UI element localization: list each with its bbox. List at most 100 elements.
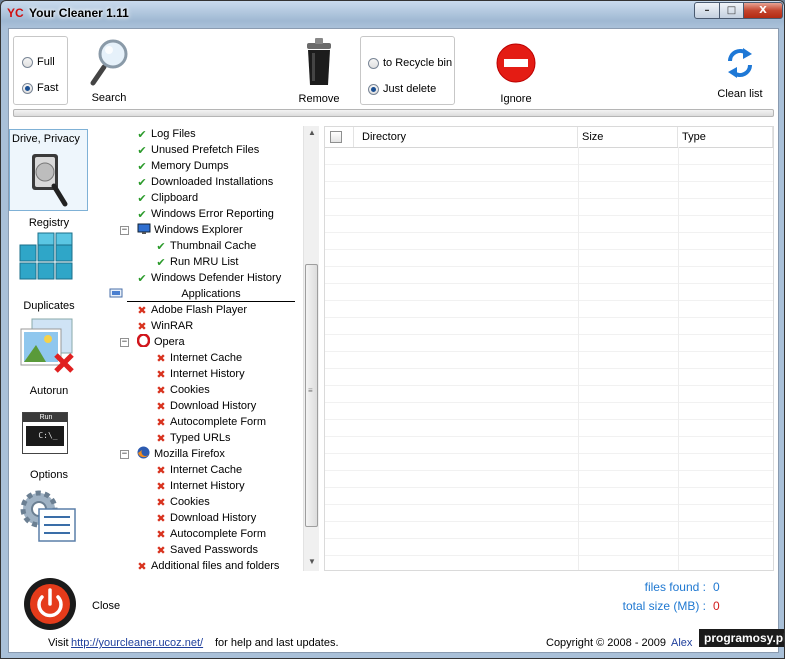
just-delete-radio-circle	[368, 83, 379, 95]
cross-icon[interactable]: ✖	[155, 368, 167, 381]
maximize-button[interactable]: □	[719, 2, 744, 19]
tree-item[interactable]: Mozilla Firefox	[136, 446, 225, 462]
checkmark-icon[interactable]: ✔	[136, 128, 148, 141]
minimize-button[interactable]: –	[694, 2, 720, 19]
cross-icon[interactable]: ✖	[155, 432, 167, 445]
tree-item[interactable]: ✔ Thumbnail Cache	[155, 238, 256, 254]
checkmark-icon[interactable]: ✔	[136, 272, 148, 285]
tree-item[interactable]: ✖ Download History	[155, 510, 256, 526]
checkmark-icon[interactable]: ✔	[155, 240, 167, 253]
table-gridline	[325, 470, 773, 471]
column-header-size[interactable]: Size	[578, 127, 678, 147]
opera-icon[interactable]	[136, 333, 151, 350]
checkmark-icon[interactable]: ✔	[136, 160, 148, 173]
results-table[interactable]: Directory Size Type	[324, 126, 774, 571]
cross-icon[interactable]: ✖	[136, 304, 148, 317]
tree-item-label: Cookies	[170, 496, 210, 508]
tree-item[interactable]: Opera	[136, 333, 185, 350]
tree-item[interactable]: ✖ Additional files and folders	[136, 558, 279, 572]
tree-collapse-toggle[interactable]: −	[120, 450, 129, 459]
close-icon: X	[759, 5, 767, 16]
nav-options[interactable]: Options	[9, 465, 89, 551]
selected-dot	[25, 85, 30, 91]
tree-item[interactable]: ✖ Internet Cache	[155, 350, 242, 366]
tree-item[interactable]: ✖ Typed URLs	[155, 430, 230, 446]
ignore-button[interactable]: Ignore	[493, 35, 539, 107]
tree-item[interactable]: ✔ Windows Defender History	[136, 270, 281, 286]
cross-icon[interactable]: ✖	[155, 528, 167, 541]
recycle-bin-radio[interactable]: to Recycle bin	[368, 57, 452, 69]
firefox-icon[interactable]	[136, 446, 151, 462]
close-app-button[interactable]: Close	[19, 575, 139, 631]
tree-item[interactable]: ✖ Adobe Flash Player	[136, 302, 247, 318]
tree-item[interactable]: ✔ Windows Error Reporting	[136, 206, 273, 222]
close-window-button[interactable]: X	[743, 2, 783, 19]
just-delete-radio[interactable]: Just delete	[368, 83, 436, 95]
title-bar[interactable]: YC Your Cleaner 1.11 – □ X	[1, 1, 784, 25]
clean-list-button[interactable]: Clean list	[712, 35, 768, 107]
checkmark-icon[interactable]: ✔	[136, 192, 148, 205]
cross-icon[interactable]: ✖	[155, 352, 167, 365]
remove-button[interactable]: Remove	[293, 35, 345, 107]
cross-icon[interactable]: ✖	[136, 560, 148, 572]
tree-item[interactable]: ✖ Internet History	[155, 366, 244, 382]
footer-help: for help and last updates.	[215, 637, 339, 649]
tree-section-header: Applications	[109, 286, 295, 302]
checkmark-icon[interactable]: ✔	[136, 176, 148, 189]
search-label: Search	[91, 92, 127, 104]
cross-icon[interactable]: ✖	[155, 496, 167, 509]
cross-icon[interactable]: ✖	[155, 384, 167, 397]
tree-item[interactable]: Windows Explorer	[136, 222, 243, 238]
tree-item[interactable]: ✖ Download History	[155, 398, 256, 414]
tree-item[interactable]: ✖ Cookies	[155, 382, 209, 398]
cross-icon[interactable]: ✖	[155, 480, 167, 493]
tree-item[interactable]: ✔ Downloaded Installations	[136, 174, 273, 190]
tree-item-label: Opera	[154, 336, 185, 348]
tree-item[interactable]: ✖ Autocomplete Form	[155, 526, 266, 542]
checkmark-icon[interactable]: ✔	[155, 256, 167, 269]
checkmark-icon[interactable]: ✔	[136, 144, 148, 157]
tree-item[interactable]: ✖ WinRAR	[136, 318, 193, 334]
search-button[interactable]: Search	[81, 35, 137, 107]
tree-item[interactable]: ✔ Unused Prefetch Files	[136, 142, 259, 158]
tree-collapse-toggle[interactable]: −	[120, 226, 129, 235]
cleaning-options-tree[interactable]: ✔ Log Files ✔ Unused Prefetch Files ✔ Memory …	[109, 126, 319, 571]
tree-scrollbar[interactable]: ▲ ≡ ▼	[303, 126, 319, 571]
fast-radio[interactable]: Fast	[22, 82, 58, 94]
nav-autorun[interactable]: Autorun Run C:\_	[9, 381, 89, 465]
explorer-icon[interactable]	[136, 223, 151, 238]
scroll-up-arrow-icon[interactable]: ▲	[308, 128, 316, 137]
tree-item[interactable]: ✖ Saved Passwords	[155, 542, 258, 558]
tree-collapse-toggle[interactable]: −	[120, 338, 129, 347]
column-header-directory[interactable]: Directory	[354, 127, 578, 147]
tree-item-label: Saved Passwords	[170, 544, 259, 556]
select-all-checkbox[interactable]	[330, 131, 342, 143]
cross-icon[interactable]: ✖	[155, 512, 167, 525]
tree-item[interactable]: ✔ Memory Dumps	[136, 158, 228, 174]
scroll-down-arrow-icon[interactable]: ▼	[308, 557, 316, 566]
tree-item[interactable]: ✖ Internet History	[155, 478, 244, 494]
cross-icon[interactable]: ✖	[155, 464, 167, 477]
footer-author[interactable]: Alex	[671, 637, 692, 649]
cross-icon[interactable]: ✖	[155, 544, 167, 557]
nav-registry[interactable]: Registry	[9, 215, 89, 297]
tree-item[interactable]: ✖ Cookies	[155, 494, 210, 510]
cross-icon[interactable]: ✖	[155, 416, 167, 429]
tree-item[interactable]: ✖ Internet Cache	[155, 462, 242, 478]
nav-drive-privacy[interactable]: Drive, Privacy	[9, 129, 88, 211]
column-header-type[interactable]: Type	[678, 127, 773, 147]
options-gear-icon	[20, 490, 76, 542]
files-found-value: 0	[713, 580, 720, 594]
nav-duplicates[interactable]: Duplicates	[9, 297, 89, 381]
homepage-link[interactable]: http://yourcleaner.ucoz.net/	[71, 637, 203, 649]
scrollbar-thumb[interactable]: ≡	[305, 264, 318, 527]
full-radio[interactable]: Full	[22, 56, 55, 68]
cross-icon[interactable]: ✖	[155, 400, 167, 413]
tree-item[interactable]: ✖ Autocomplete Form	[155, 414, 266, 430]
tree-item[interactable]: ✔ Log Files	[136, 126, 195, 142]
tree-item[interactable]: ✔ Run MRU List	[155, 254, 238, 270]
tree-item[interactable]: ✔ Clipboard	[136, 190, 198, 206]
cross-icon[interactable]: ✖	[136, 320, 148, 333]
checkmark-icon[interactable]: ✔	[136, 208, 148, 221]
selected-dot	[371, 86, 376, 92]
